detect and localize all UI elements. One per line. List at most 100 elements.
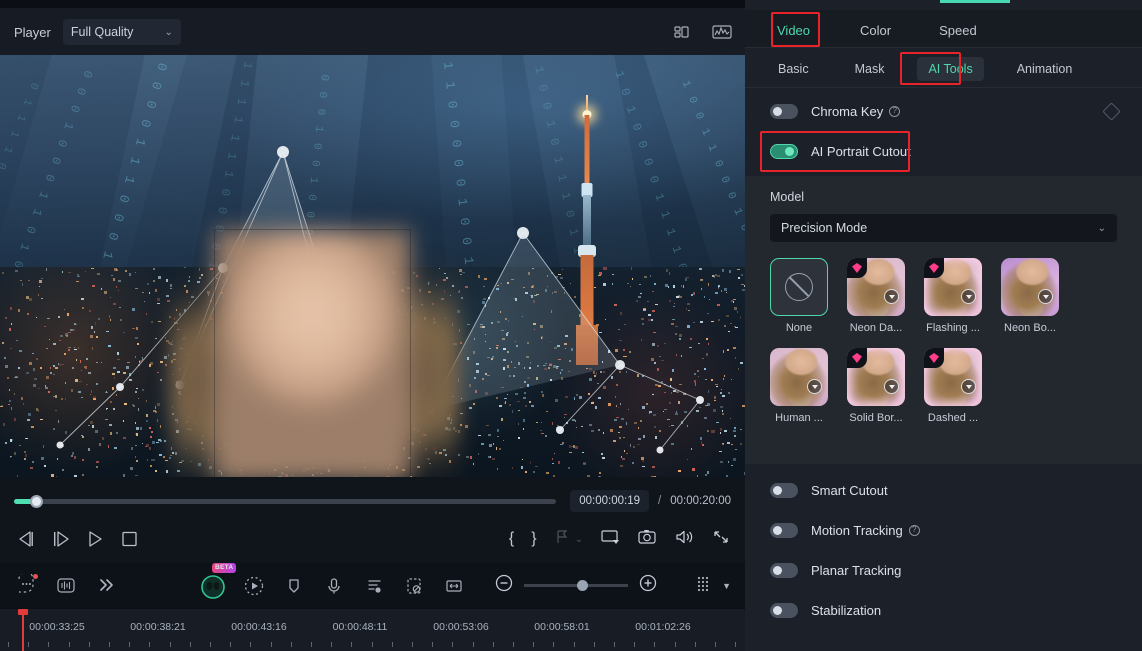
marker-flag-icon[interactable] <box>554 528 570 551</box>
play-icon[interactable] <box>82 528 108 550</box>
remove-background-tool-icon[interactable] <box>402 574 428 598</box>
scrub-handle[interactable] <box>30 495 43 508</box>
tab-video[interactable]: Video <box>777 23 810 47</box>
preset-thumbnail[interactable] <box>847 348 905 406</box>
snapshot-camera-icon[interactable] <box>637 528 657 551</box>
preset-thumbnail[interactable] <box>847 258 905 316</box>
quality-select[interactable]: Full Quality ⌄ <box>63 19 181 45</box>
fit-timeline-tool-icon[interactable] <box>442 574 468 598</box>
preset-item[interactable]: Human ... <box>770 348 828 424</box>
tab-speed[interactable]: Speed <box>939 23 977 47</box>
timeline-toolbar: BETA ▼ <box>0 563 745 608</box>
next-frame-icon[interactable] <box>48 528 74 550</box>
zoom-slider-handle[interactable] <box>577 580 588 591</box>
toggle-row[interactable]: Planar Tracking <box>745 550 1142 590</box>
record-voiceover-tool-icon[interactable] <box>322 574 348 598</box>
mark-out-button[interactable]: } <box>531 530 536 548</box>
toggle-row[interactable]: Stabilization <box>745 590 1142 630</box>
scrub-bar[interactable] <box>14 499 556 504</box>
toggle-row[interactable]: Motion Tracking? <box>745 510 1142 550</box>
tab-mask[interactable]: Mask <box>844 57 896 81</box>
preset-item[interactable]: Neon Da... <box>847 258 905 334</box>
timeline-playhead[interactable] <box>22 609 24 651</box>
prev-frame-icon[interactable] <box>14 528 40 550</box>
volume-icon[interactable] <box>674 528 694 551</box>
preset-item[interactable]: Solid Bor... <box>847 348 905 424</box>
download-icon[interactable] <box>884 289 899 304</box>
ai-portrait-cutout-toggle[interactable] <box>770 144 798 159</box>
video-preview[interactable]: 0 1 1 1 1 0 1 0 0 0 0 0 0 0 1 0 0 0 0 1 … <box>0 55 745 477</box>
chroma-key-row[interactable]: Chroma Key ? <box>745 92 1142 130</box>
display-mode-icon[interactable] <box>600 528 620 551</box>
ruler-tick <box>432 642 433 647</box>
pro-badge <box>847 258 867 278</box>
grid-view-icon[interactable] <box>694 573 714 598</box>
download-icon[interactable] <box>884 379 899 394</box>
speech-bubble-tool-icon[interactable] <box>14 574 40 598</box>
chevron-down-icon[interactable]: ▼ <box>722 581 731 591</box>
player-scrub-row: 00:00:00:19 / 00:00:20:00 <box>0 480 745 522</box>
preset-item[interactable]: Neon Bo... <box>1001 258 1059 334</box>
expand-tool-icon[interactable] <box>94 574 120 598</box>
preset-item[interactable]: None <box>770 258 828 334</box>
mark-in-button[interactable]: { <box>509 530 514 548</box>
ruler-tick <box>452 642 453 647</box>
ai-effects-tool-icon[interactable] <box>242 574 268 598</box>
current-timecode[interactable]: 00:00:00:19 <box>570 490 649 512</box>
preset-thumbnail[interactable] <box>770 348 828 406</box>
tab-ai-tools[interactable]: AI Tools <box>917 57 983 81</box>
ai-assistant-tool-icon[interactable]: BETA <box>198 571 228 601</box>
ruler-tick <box>331 642 332 647</box>
preset-item[interactable]: Flashing ... <box>924 258 982 334</box>
download-icon[interactable] <box>961 289 976 304</box>
preset-item[interactable]: Dashed ... <box>924 348 982 424</box>
ruler-tick <box>109 642 110 647</box>
audio-waveform-tool-icon[interactable] <box>54 574 80 598</box>
preset-label: None <box>770 322 828 334</box>
tab-animation[interactable]: Animation <box>1006 57 1084 81</box>
ruler-tick <box>594 642 595 647</box>
toggle-row[interactable]: Smart Cutout <box>745 470 1142 510</box>
stop-icon[interactable] <box>116 528 142 550</box>
ruler-tick <box>291 642 292 647</box>
help-icon[interactable]: ? <box>909 525 920 536</box>
ruler-tick <box>574 642 575 647</box>
sub-tabs: Basic Mask AI Tools Animation <box>745 50 1142 88</box>
pro-badge <box>924 258 944 278</box>
zoom-in-icon[interactable] <box>638 573 658 598</box>
model-select[interactable]: Precision Mode ⌄ <box>770 214 1117 242</box>
chevron-down-icon[interactable]: ⌄ <box>575 534 583 545</box>
ruler-tick <box>654 642 655 647</box>
diamond-keyframe-icon[interactable] <box>1102 102 1120 120</box>
zoom-slider[interactable] <box>524 584 628 587</box>
download-icon[interactable] <box>961 379 976 394</box>
toggle-label: Motion Tracking <box>811 523 903 538</box>
zoom-out-icon[interactable] <box>494 573 514 598</box>
marker-tool-icon[interactable] <box>282 574 308 598</box>
ruler-tick <box>473 642 474 647</box>
toggle-switch[interactable] <box>770 603 798 618</box>
toggle-switch[interactable] <box>770 523 798 538</box>
layout-grid-icon[interactable] <box>673 23 693 41</box>
tab-color[interactable]: Color <box>860 23 891 47</box>
fullscreen-icon[interactable] <box>711 528 731 551</box>
download-icon[interactable] <box>1038 289 1053 304</box>
preset-thumbnail[interactable] <box>924 258 982 316</box>
toggle-switch[interactable] <box>770 563 798 578</box>
help-icon[interactable]: ? <box>889 106 900 117</box>
preset-thumbnail[interactable] <box>924 348 982 406</box>
ai-portrait-cutout-row[interactable]: AI Portrait Cutout <box>745 132 1142 170</box>
chroma-key-toggle[interactable] <box>770 104 798 119</box>
preset-label: Flashing ... <box>924 322 982 334</box>
preset-label: Dashed ... <box>924 412 982 424</box>
auto-subtitle-tool-icon[interactable] <box>362 574 388 598</box>
tab-basic[interactable]: Basic <box>767 57 820 81</box>
timeline-ruler[interactable]: 00:00:33:25 00:00:38:21 00:00:43:16 00:00:4… <box>0 608 745 651</box>
preset-thumbnail[interactable] <box>770 258 828 316</box>
preview-portrait-crop-box <box>215 230 410 477</box>
ruler-tick <box>493 642 494 647</box>
download-icon[interactable] <box>807 379 822 394</box>
toggle-switch[interactable] <box>770 483 798 498</box>
scope-waveform-icon[interactable] <box>711 23 731 41</box>
preset-thumbnail[interactable] <box>1001 258 1059 316</box>
